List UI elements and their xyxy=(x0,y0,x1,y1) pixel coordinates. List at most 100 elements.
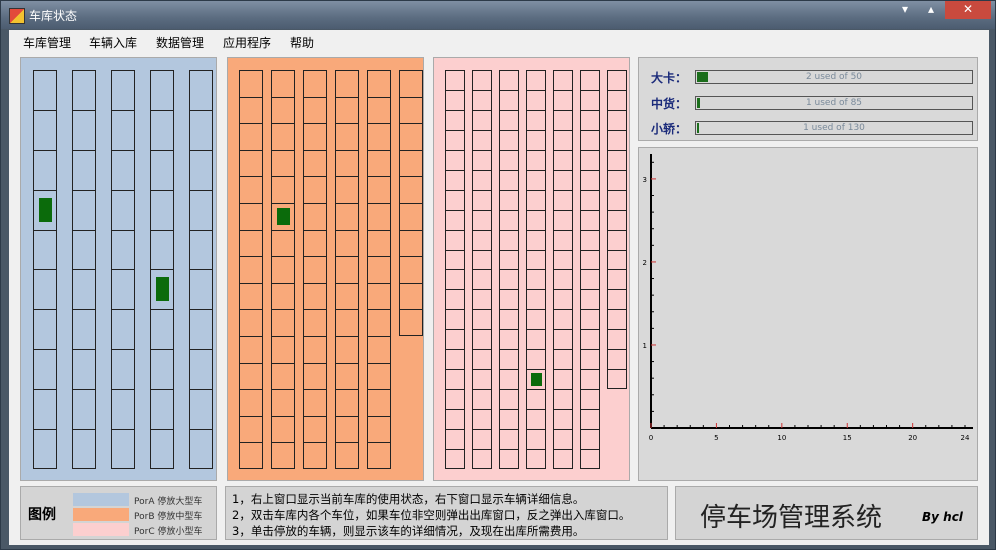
parking-slot[interactable] xyxy=(554,131,572,151)
parking-slot[interactable] xyxy=(336,337,358,364)
parking-slot[interactable] xyxy=(554,71,572,91)
parking-slot[interactable] xyxy=(34,231,56,271)
parking-slot[interactable] xyxy=(473,171,491,191)
parking-slot[interactable] xyxy=(240,337,262,364)
parking-slot[interactable] xyxy=(446,171,464,191)
parking-slot[interactable] xyxy=(240,443,262,470)
parking-slot[interactable] xyxy=(446,350,464,371)
parking-slot[interactable] xyxy=(304,337,326,364)
parking-slot[interactable] xyxy=(500,111,518,131)
parking-slot[interactable] xyxy=(446,290,464,311)
parking-slot[interactable] xyxy=(368,151,390,178)
parking-slot[interactable] xyxy=(473,410,491,431)
parking-slot[interactable] xyxy=(272,284,294,311)
parked-vehicle[interactable] xyxy=(530,372,542,386)
parking-slot[interactable] xyxy=(500,251,518,271)
parking-slot[interactable] xyxy=(336,310,358,337)
parking-slot[interactable] xyxy=(500,91,518,111)
parking-slot[interactable] xyxy=(304,417,326,444)
parking-slot[interactable] xyxy=(336,284,358,311)
parking-slot[interactable] xyxy=(34,71,56,111)
parking-slot[interactable] xyxy=(272,310,294,337)
parking-slot[interactable] xyxy=(336,443,358,470)
parking-slot[interactable] xyxy=(608,370,626,390)
parking-slot[interactable] xyxy=(554,410,572,431)
parking-slot[interactable] xyxy=(34,350,56,391)
parking-slot[interactable] xyxy=(112,111,134,151)
parking-slot[interactable] xyxy=(446,131,464,151)
parking-slot[interactable] xyxy=(272,177,294,204)
parking-slot[interactable] xyxy=(304,231,326,258)
parking-slot[interactable] xyxy=(500,330,518,351)
parking-slot[interactable] xyxy=(554,370,572,391)
parking-slot[interactable] xyxy=(446,191,464,211)
parking-slot[interactable] xyxy=(473,330,491,351)
parking-slot[interactable] xyxy=(608,290,626,311)
parking-slot[interactable] xyxy=(446,330,464,351)
parking-slot[interactable] xyxy=(272,390,294,417)
parking-slot[interactable] xyxy=(446,430,464,451)
parking-slot[interactable] xyxy=(304,98,326,125)
parking-slot[interactable] xyxy=(527,151,545,171)
parking-slot[interactable] xyxy=(304,177,326,204)
parking-slot[interactable] xyxy=(400,98,422,125)
parking-slot[interactable] xyxy=(34,390,56,431)
garage-c-panel[interactable] xyxy=(433,57,630,481)
parking-slot[interactable] xyxy=(527,271,545,291)
parking-slot[interactable] xyxy=(112,231,134,271)
parking-slot[interactable] xyxy=(500,370,518,391)
parking-slot[interactable] xyxy=(112,71,134,111)
parking-slot[interactable] xyxy=(34,310,56,351)
parking-slot[interactable] xyxy=(151,191,173,231)
parking-slot[interactable] xyxy=(272,337,294,364)
parked-vehicle[interactable] xyxy=(155,277,169,302)
parking-slot[interactable] xyxy=(151,111,173,151)
parking-slot[interactable] xyxy=(473,211,491,231)
parking-slot[interactable] xyxy=(527,211,545,231)
minimize-button[interactable]: ▾ xyxy=(893,1,917,19)
parking-slot[interactable] xyxy=(151,231,173,271)
parking-slot[interactable] xyxy=(473,251,491,271)
parking-slot[interactable] xyxy=(581,131,599,151)
parking-slot[interactable] xyxy=(473,350,491,371)
parking-slot[interactable] xyxy=(581,251,599,271)
parking-slot[interactable] xyxy=(527,290,545,311)
parking-slot[interactable] xyxy=(336,177,358,204)
close-button[interactable]: ✕ xyxy=(945,1,991,19)
parking-slot[interactable] xyxy=(272,443,294,470)
parking-slot[interactable] xyxy=(304,124,326,151)
parking-slot[interactable] xyxy=(500,191,518,211)
parking-slot[interactable] xyxy=(446,211,464,231)
parking-slot[interactable] xyxy=(304,71,326,98)
parking-slot[interactable] xyxy=(581,350,599,371)
parking-slot[interactable] xyxy=(368,71,390,98)
parking-slot[interactable] xyxy=(400,284,422,311)
parking-slot[interactable] xyxy=(500,390,518,411)
parking-slot[interactable] xyxy=(34,151,56,191)
parking-slot[interactable] xyxy=(272,231,294,258)
parking-slot[interactable] xyxy=(527,450,545,470)
parking-slot[interactable] xyxy=(446,450,464,470)
parking-slot[interactable] xyxy=(527,310,545,331)
parking-slot[interactable] xyxy=(336,257,358,284)
parking-slot[interactable] xyxy=(240,151,262,178)
parked-vehicle[interactable] xyxy=(276,207,290,225)
parking-slot[interactable] xyxy=(608,191,626,211)
parking-slot[interactable] xyxy=(500,290,518,311)
parking-slot[interactable] xyxy=(190,271,212,311)
parking-slot[interactable] xyxy=(554,151,572,171)
parking-slot[interactable] xyxy=(554,191,572,211)
parking-slot[interactable] xyxy=(240,284,262,311)
parking-slot[interactable] xyxy=(581,390,599,411)
parking-slot[interactable] xyxy=(272,417,294,444)
parking-slot[interactable] xyxy=(446,231,464,251)
parking-slot[interactable] xyxy=(190,350,212,391)
parking-slot[interactable] xyxy=(581,310,599,331)
parking-slot[interactable] xyxy=(73,191,95,231)
parking-slot[interactable] xyxy=(554,390,572,411)
menu-garage-management[interactable]: 车库管理 xyxy=(23,34,71,51)
parking-slot[interactable] xyxy=(554,330,572,351)
parking-slot[interactable] xyxy=(304,151,326,178)
parking-slot[interactable] xyxy=(112,310,134,351)
parking-slot[interactable] xyxy=(608,151,626,171)
